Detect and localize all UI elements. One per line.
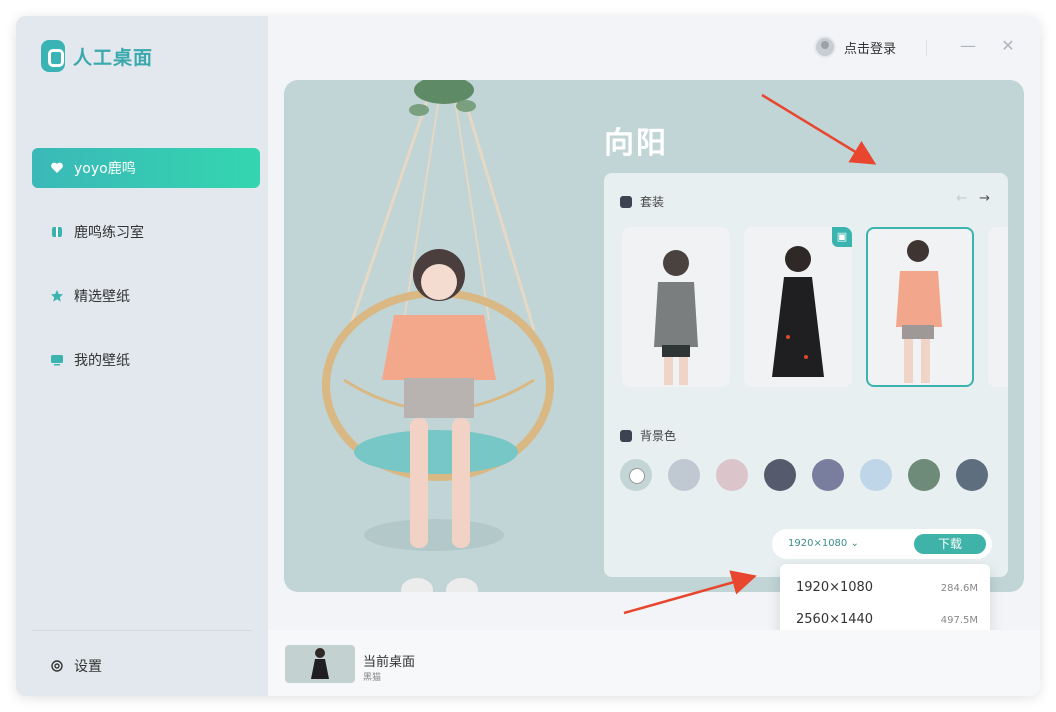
current-desktop-thumbnail[interactable]	[285, 645, 355, 683]
background-section-header: 背景色	[620, 427, 676, 444]
outfit-thumbnail	[772, 246, 824, 377]
download-bar: 1920×1080 ⌄ 下载	[772, 529, 992, 559]
color-swatch[interactable]	[908, 459, 940, 491]
app-window: 人工桌面 yoyo鹿鸣 鹿鸣练习室 精选壁纸 我的壁纸 设置 点击登录 — ✕ …	[16, 16, 1040, 696]
current-desktop-bar: 当前桌面 黑猫	[268, 630, 1040, 696]
download-button[interactable]: 下载	[914, 534, 986, 554]
divider	[32, 630, 252, 631]
divider	[926, 40, 927, 56]
settings-button[interactable]: 设置	[50, 656, 102, 676]
color-swatch[interactable]	[620, 459, 652, 491]
sidebar-item-my-wallpapers[interactable]: 我的壁纸	[32, 340, 260, 380]
monitor-icon	[51, 355, 63, 366]
option-resolution: 1920×1080	[796, 580, 874, 595]
character-preview-image	[322, 80, 554, 592]
character-name: 向阳	[604, 126, 668, 161]
close-button[interactable]: ✕	[998, 36, 1018, 56]
outfit-section-header: 套装	[620, 193, 664, 210]
dropdown-option[interactable]: 1920×1080 284.6M	[796, 580, 978, 595]
logo-text: 人工桌面	[73, 46, 154, 69]
current-desktop-title: 当前桌面	[363, 655, 416, 670]
option-resolution: 2560×1440	[796, 612, 874, 627]
settings-label: 设置	[74, 659, 102, 675]
outfit-card[interactable]: ▣	[744, 227, 852, 387]
sidebar-item-label: 精选壁纸	[74, 289, 130, 305]
outfit-card[interactable]	[988, 227, 1008, 387]
color-swatch[interactable]	[764, 459, 796, 491]
sidebar-item-label: 鹿鸣练习室	[74, 225, 144, 241]
gear-icon	[51, 660, 63, 672]
background-section-label: 背景色	[640, 429, 677, 443]
book-icon	[52, 227, 62, 237]
wallpaper-badge-icon: ▣	[832, 227, 852, 247]
sidebar: 人工桌面 yoyo鹿鸣 鹿鸣练习室 精选壁纸 我的壁纸 设置	[16, 16, 268, 696]
color-swatch[interactable]	[812, 459, 844, 491]
outfit-card-selected[interactable]	[866, 227, 974, 387]
login-button[interactable]: 点击登录	[814, 36, 896, 58]
dropdown-option[interactable]: 2560×1440 497.5M	[796, 612, 978, 627]
sidebar-item-label: yoyo鹿鸣	[74, 161, 136, 177]
login-label: 点击登录	[844, 41, 897, 57]
app-logo: 人工桌面	[41, 40, 153, 72]
color-swatch[interactable]	[860, 459, 892, 491]
outfit-card[interactable]	[622, 227, 730, 387]
minimize-button[interactable]: —	[958, 36, 978, 56]
sidebar-item-label: 我的壁纸	[74, 353, 130, 369]
color-swatch[interactable]	[716, 459, 748, 491]
top-bar: 点击登录 — ✕	[268, 16, 1040, 76]
palette-icon	[620, 429, 632, 442]
sidebar-item-practice-room[interactable]: 鹿鸣练习室	[32, 212, 260, 252]
outfit-section-label: 套装	[640, 195, 665, 209]
outfit-pager: ← →	[956, 191, 990, 206]
next-arrow-icon[interactable]: →	[979, 191, 990, 206]
color-swatch[interactable]	[956, 459, 988, 491]
outfit-list: ▣	[622, 227, 1008, 387]
star-icon	[51, 290, 63, 302]
thumbnail-image	[311, 648, 329, 679]
shirt-icon	[620, 195, 632, 208]
outfit-thumbnail	[896, 240, 942, 383]
resolution-select[interactable]: 1920×1080 ⌄	[788, 538, 859, 549]
option-size: 284.6M	[940, 583, 978, 594]
option-size: 497.5M	[940, 615, 978, 626]
prev-arrow-icon[interactable]: ←	[956, 191, 967, 206]
current-desktop-subtitle: 黑猫	[363, 673, 382, 683]
outfit-thumbnail	[654, 250, 698, 385]
color-swatch[interactable]	[668, 459, 700, 491]
avatar	[814, 36, 836, 58]
sidebar-item-yoyo[interactable]: yoyo鹿鸣	[32, 148, 260, 188]
color-swatches	[620, 459, 988, 491]
heart-icon	[51, 162, 63, 173]
sidebar-nav: yoyo鹿鸣 鹿鸣练习室 精选壁纸 我的壁纸	[32, 148, 260, 404]
wallpaper-preview: 向阳 套装 ← → ▣ 背景色 1920×1080 ⌄ 下载	[284, 80, 1024, 592]
resolution-value: 1920×1080	[788, 538, 848, 549]
logo-icon	[41, 40, 65, 72]
chevron-down-icon: ⌄	[850, 538, 859, 549]
customize-panel: 套装 ← → ▣ 背景色 1920×1080 ⌄ 下载	[604, 173, 1008, 577]
sidebar-item-featured[interactable]: 精选壁纸	[32, 276, 260, 316]
